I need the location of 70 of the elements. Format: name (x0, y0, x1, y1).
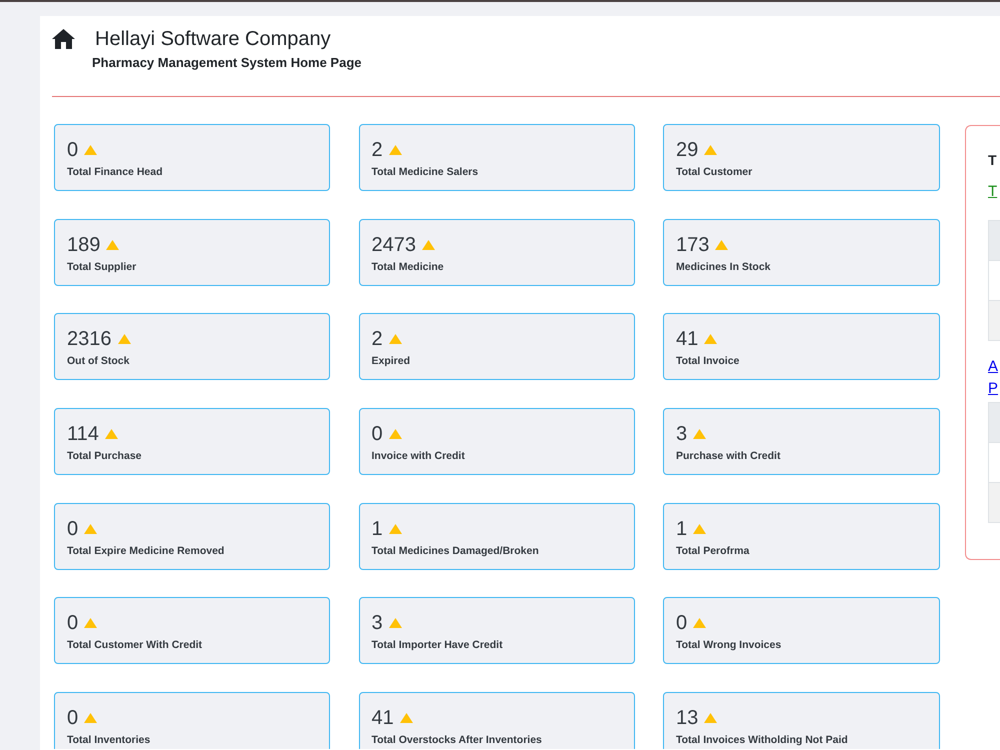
warning-triangle-icon (104, 429, 118, 440)
panel-heading: T (988, 151, 997, 170)
stat-label: Total Medicines Damaged/Broken (372, 544, 539, 558)
stat-label: Total Customer With Credit (67, 638, 202, 652)
stat-label: Total Overstocks After Inventories (372, 733, 542, 748)
page-subtitle: Pharmacy Management System Home Page (92, 54, 362, 72)
stat-value: 0 (67, 706, 78, 730)
stat-value: 41 (372, 706, 394, 730)
stat-value: 3 (676, 422, 688, 446)
stat-value: 0 (372, 422, 383, 446)
stat-value: 3 (372, 611, 383, 636)
warning-triangle-icon (84, 618, 98, 628)
company-title: Hellayi Software Company (95, 27, 331, 52)
warning-triangle-icon (84, 524, 98, 534)
stat-label: Total Finance Head (67, 165, 162, 179)
stat-label: Medicines In Stock (676, 260, 771, 274)
stat-value: 0 (67, 516, 78, 541)
panel-link[interactable]: P (988, 378, 998, 400)
stat-value: 189 (67, 232, 100, 257)
warning-triangle-icon (422, 240, 435, 250)
warning-triangle-icon (388, 429, 402, 440)
stat-label: Out of Stock (67, 354, 130, 368)
stat-value: 41 (676, 327, 698, 352)
warning-triangle-icon (693, 618, 706, 628)
stat-value: 2 (372, 327, 383, 352)
stat-label: Total Expire Medicine Removed (67, 544, 224, 558)
stat-value: 114 (67, 422, 99, 446)
stat-value: 0 (676, 611, 688, 636)
warning-triangle-icon (84, 713, 98, 724)
stat-label: Total Perofrma (676, 544, 750, 558)
warning-triangle-icon (400, 713, 413, 724)
warning-triangle-icon (106, 240, 120, 250)
stat-value: 2 (372, 138, 383, 162)
warning-triangle-icon (84, 145, 98, 155)
stat-value: 2473 (372, 232, 416, 257)
home-icon[interactable] (52, 29, 75, 49)
warning-triangle-icon (704, 145, 718, 155)
stat-label: Total Importer Have Credit (372, 638, 503, 652)
stat-value: 2316 (67, 327, 112, 352)
stat-value: 173 (676, 232, 710, 257)
stat-value: 0 (67, 138, 78, 162)
stat-label: Total Medicine (372, 260, 444, 274)
stat-value: 1 (676, 516, 688, 541)
stat-label: Total Invoice (676, 354, 740, 368)
stat-label: Total Supplier (67, 260, 136, 274)
warning-triangle-icon (388, 618, 402, 628)
stat-label: Total Inventories (67, 733, 150, 748)
warning-triangle-icon (704, 334, 718, 344)
stat-value: 13 (676, 706, 698, 730)
stat-label: Total Purchase (67, 449, 142, 464)
stat-label: Total Customer (676, 165, 752, 179)
warning-triangle-icon (118, 334, 130, 344)
stat-value: 1 (372, 516, 383, 541)
warning-triangle-icon (693, 429, 706, 440)
warning-triangle-icon (704, 713, 718, 724)
warning-triangle-icon (715, 240, 728, 250)
stat-label: Expired (372, 354, 410, 368)
panel-link[interactable]: A (988, 356, 998, 378)
warning-triangle-icon (388, 524, 402, 534)
stat-label: Purchase with Credit (676, 449, 780, 464)
warning-triangle-icon (388, 334, 402, 344)
stat-value: 0 (67, 611, 78, 636)
stat-label: Invoice with Credit (372, 449, 465, 464)
stat-label: Total Invoices Witholding Not Paid (676, 733, 848, 748)
warning-triangle-icon (693, 524, 706, 534)
stat-label: Total Wrong Invoices (676, 638, 782, 652)
panel-link[interactable]: T (988, 181, 998, 203)
warning-triangle-icon (388, 145, 402, 155)
stat-label: Total Medicine Salers (372, 165, 478, 179)
stat-value: 29 (676, 138, 698, 162)
